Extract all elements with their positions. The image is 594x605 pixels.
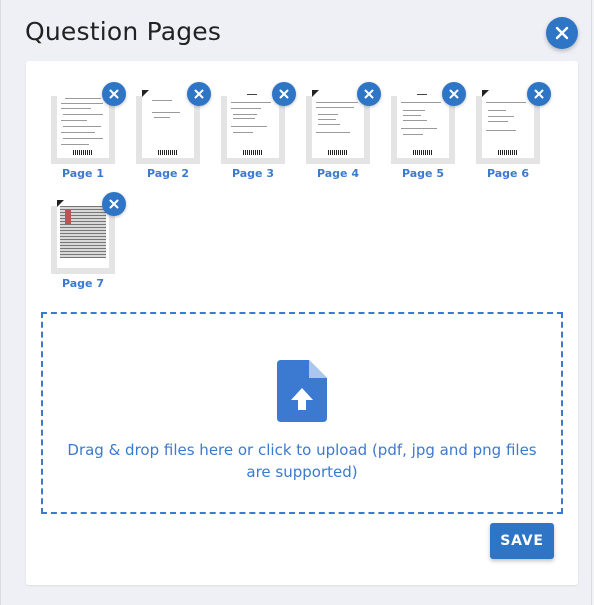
page-label: Page 3: [231, 167, 274, 180]
file-upload-dropzone[interactable]: Drag & drop files here or click to uploa…: [41, 312, 563, 514]
page-preview-image: [142, 90, 194, 158]
page-preview-image: [57, 200, 109, 268]
close-dialog-button[interactable]: [546, 17, 578, 49]
page-label: Page 6: [486, 167, 529, 180]
close-icon: [534, 89, 544, 99]
page-label: Page 7: [61, 277, 104, 290]
remove-page-button[interactable]: [357, 82, 381, 106]
remove-page-button[interactable]: [442, 82, 466, 106]
page-thumbnail[interactable]: Page 2: [136, 82, 211, 190]
close-icon: [364, 89, 374, 99]
close-icon: [279, 89, 289, 99]
dialog-title: Question Pages: [25, 17, 222, 46]
close-icon: [555, 26, 569, 40]
close-icon: [109, 89, 119, 99]
close-icon: [449, 89, 459, 99]
pages-panel: Page 1 Page 2 Page 3 Page 4 Page 5 Page …: [26, 61, 578, 585]
page-thumbnail[interactable]: Page 5: [391, 82, 466, 190]
page-thumbnail[interactable]: Page 3: [221, 82, 296, 190]
page-label: Page 5: [401, 167, 444, 180]
page-thumbnail[interactable]: Page 4: [306, 82, 381, 190]
page-thumbnail[interactable]: Page 1: [51, 82, 126, 190]
remove-page-button[interactable]: [102, 82, 126, 106]
remove-page-button[interactable]: [527, 82, 551, 106]
page-label: Page 1: [61, 167, 104, 180]
file-upload-icon: [277, 360, 327, 422]
dropzone-instructions: Drag & drop files here or click to uploa…: [67, 441, 537, 481]
page-thumbnail[interactable]: Page 6: [476, 82, 551, 190]
remove-page-button[interactable]: [187, 82, 211, 106]
close-icon: [194, 89, 204, 99]
page-label: Page 2: [146, 167, 189, 180]
page-preview-image: [482, 90, 534, 158]
remove-page-button[interactable]: [272, 82, 296, 106]
question-pages-dialog: Question Pages Page 1 Page 2 Page 3 Page…: [0, 0, 592, 605]
save-button[interactable]: SAVE: [490, 523, 554, 559]
remove-page-button[interactable]: [102, 192, 126, 216]
page-preview-image: [227, 90, 279, 158]
page-preview-image: [312, 90, 364, 158]
page-preview-image: [57, 90, 109, 158]
page-thumbnail[interactable]: Page 7: [51, 192, 126, 300]
page-label: Page 4: [316, 167, 359, 180]
close-icon: [109, 199, 119, 209]
page-preview-image: [397, 90, 449, 158]
